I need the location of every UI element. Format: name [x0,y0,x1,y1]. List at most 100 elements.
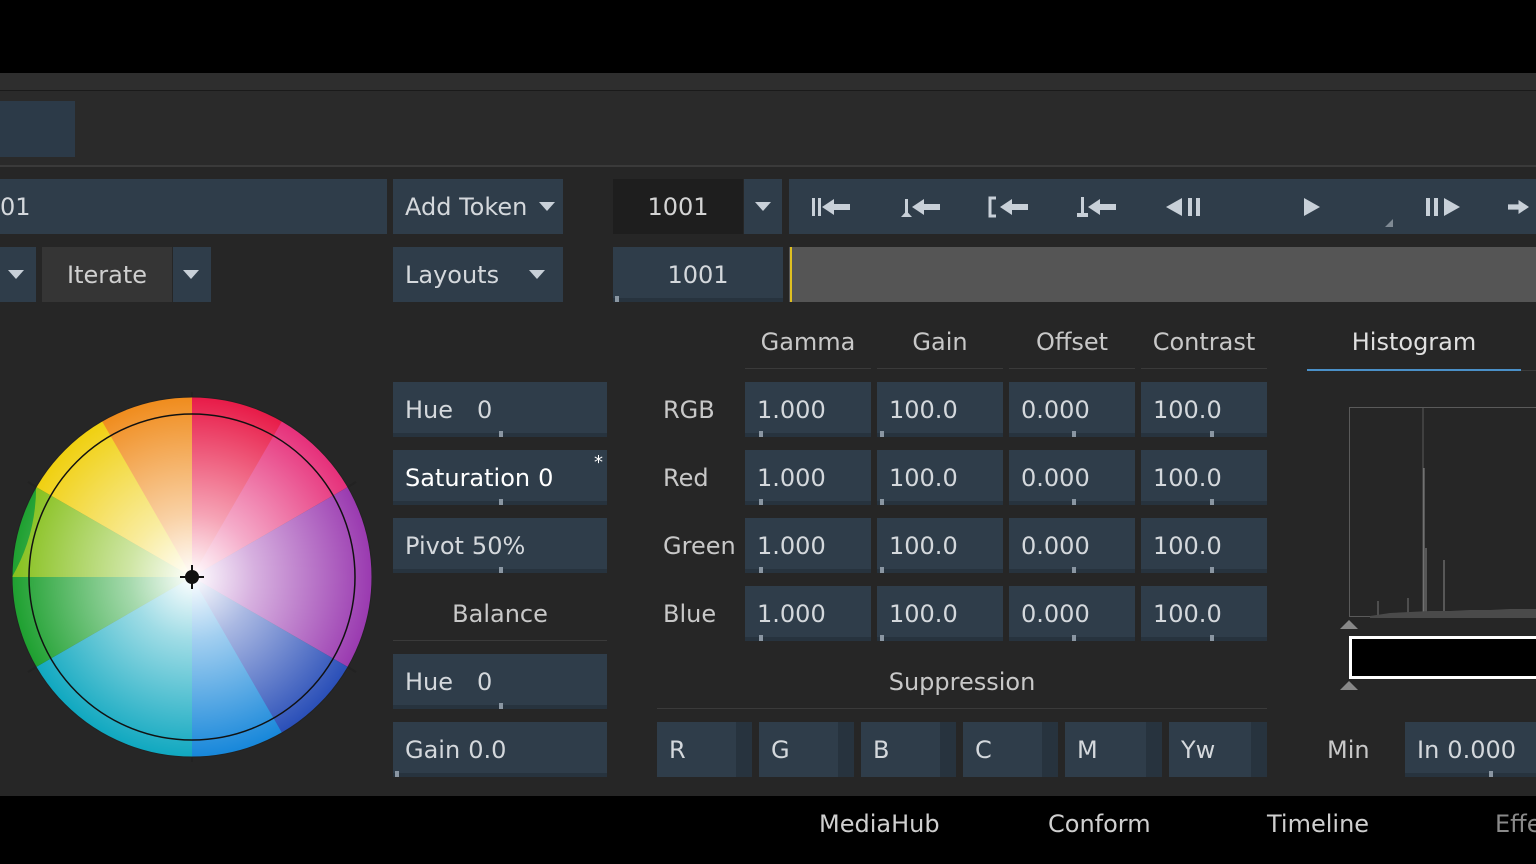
balance-hue-field[interactable]: Hue 0 [393,654,607,709]
color-wheel[interactable] [11,387,373,767]
play-icon [1304,197,1320,216]
red-contrast-field[interactable]: 100.0 [1141,450,1267,505]
field-tick [880,635,884,641]
play-button[interactable] [1279,179,1345,234]
iterate-dropdown-button[interactable] [173,247,211,302]
goto-start-button[interactable] [799,179,865,234]
rgb-gain-field[interactable]: 100.0 [877,382,1003,437]
resize-corner-icon [1385,219,1393,227]
viewer-divider [0,73,1536,91]
row-label-green: Green [663,532,736,560]
left-dropdown-button[interactable] [0,247,36,302]
hue-label: Hue [405,395,454,424]
layouts-button[interactable]: Layouts [393,247,563,302]
goto-start-icon [812,197,850,216]
blue-gain-field[interactable]: 100.0 [877,586,1003,641]
step-back-icon [1166,197,1200,216]
red-gamma-field[interactable]: 1.000 [745,450,871,505]
prev-edit-icon [1077,196,1116,217]
step-back-button[interactable] [1153,179,1219,234]
suppression-c-button[interactable]: C [963,722,1058,777]
suppression-side [940,722,956,777]
suppression-r-button[interactable]: R [657,722,752,777]
histogram-tab[interactable]: Histogram [1307,328,1521,360]
suppression-yw-button[interactable]: Yw [1169,722,1267,777]
contrast-header: Contrast [1152,328,1256,356]
prev-edit-button[interactable] [1065,179,1131,234]
green-gain-value: 100.0 [889,531,958,560]
suppression-g-button[interactable]: G [759,722,854,777]
pivot-tick [499,567,503,573]
goto-end-icon [1508,199,1529,214]
nav-effects[interactable]: Effe [1495,810,1536,838]
green-contrast-field[interactable]: 100.0 [1141,518,1267,573]
histogram-in-value: 0.000 [1447,735,1517,764]
prev-keyframe-button[interactable] [889,179,955,234]
balance-title: Balance [452,600,548,628]
suppression-b-button[interactable]: B [861,722,956,777]
histogram-output-handle[interactable] [1340,681,1358,690]
histogram-in-field[interactable]: In 0.000 [1405,722,1536,777]
field-tick [759,635,763,641]
histogram-min-label: Min [1327,736,1370,764]
red-contrast-value: 100.0 [1153,463,1222,492]
nav-mediahub[interactable]: MediaHub [819,810,940,838]
suppression-side [1042,722,1058,777]
menu-selected-block[interactable] [0,101,75,157]
field-tick [759,567,763,573]
balance-hue-tick [499,703,503,709]
suppression-title: Suppression [888,668,1036,696]
field-underline [745,433,871,437]
field-underline [877,433,1003,437]
iterate-button[interactable]: Iterate [42,247,172,302]
saturation-field[interactable]: Saturation 0 * [393,450,607,505]
field-tick [1210,499,1214,505]
red-offset-field[interactable]: 0.000 [1009,450,1135,505]
green-offset-field[interactable]: 0.000 [1009,518,1135,573]
suppression-c-label: C [975,735,992,764]
viewer-area [0,0,1536,73]
name-field[interactable]: 01 [0,179,387,234]
field-tick [759,431,763,437]
nav-conform[interactable]: Conform [1048,810,1151,838]
step-forward-button[interactable] [1409,179,1475,234]
frame-dropdown-button[interactable] [744,179,782,234]
rgb-gamma-field[interactable]: 1.000 [745,382,871,437]
timeline-scrubber[interactable] [789,247,1536,302]
goto-end-button[interactable] [1501,179,1536,234]
rgb-offset-field[interactable]: 0.000 [1009,382,1135,437]
frame-field[interactable]: 1001 [613,179,743,234]
name-field-value: 01 [0,192,31,221]
blue-offset-field[interactable]: 0.000 [1009,586,1135,641]
blue-gamma-value: 1.000 [757,599,826,628]
hue-field[interactable]: Hue 0 [393,382,607,437]
red-gain-value: 100.0 [889,463,958,492]
mark-in-button[interactable] [977,179,1043,234]
histogram-plot [1349,407,1536,618]
green-gamma-field[interactable]: 1.000 [745,518,871,573]
blue-gain-value: 100.0 [889,599,958,628]
nav-timeline[interactable]: Timeline [1267,810,1369,838]
suppression-yw-label: Yw [1181,735,1216,764]
row-label-blue: Blue [663,600,717,628]
timeline-frame-field[interactable]: 1001 [613,247,783,302]
pivot-label: Pivot [405,531,464,560]
field-tick [1210,635,1214,641]
blue-gamma-field[interactable]: 1.000 [745,586,871,641]
rgb-offset-value: 0.000 [1021,395,1090,424]
rgb-contrast-field[interactable]: 100.0 [1141,382,1267,437]
histogram-low-handle[interactable] [1340,620,1358,629]
field-tick [1210,431,1214,437]
saturation-label: Saturation [405,463,531,492]
green-gain-field[interactable]: 100.0 [877,518,1003,573]
add-token-button[interactable]: Add Token [393,179,563,234]
row-label-red: Red [663,464,709,492]
playhead[interactable] [790,247,792,302]
red-gain-field[interactable]: 100.0 [877,450,1003,505]
field-underline [877,637,1003,641]
balance-gain-field[interactable]: Gain 0.0 [393,722,607,777]
hue-tick [499,431,503,437]
suppression-m-button[interactable]: M [1065,722,1162,777]
blue-contrast-field[interactable]: 100.0 [1141,586,1267,641]
pivot-field[interactable]: Pivot 50% [393,518,607,573]
